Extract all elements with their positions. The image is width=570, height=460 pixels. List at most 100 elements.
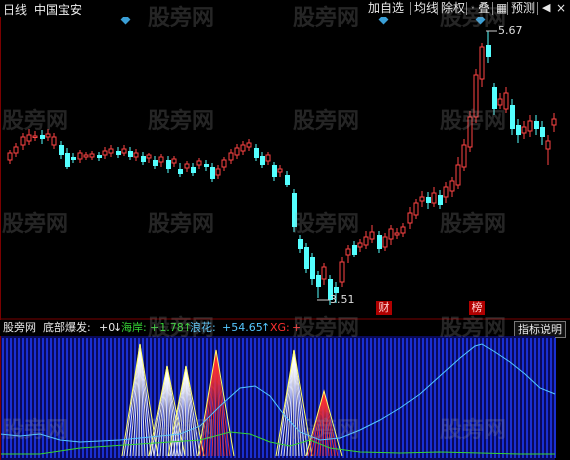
candlestick (77, 150, 83, 163)
price-chart[interactable] (0, 17, 570, 320)
candlestick (540, 121, 545, 145)
toolbar-divider (537, 2, 538, 15)
nav-arrow-left-icon[interactable]: ◀ (540, 0, 552, 16)
candlestick (400, 223, 406, 237)
indicator-bar (42, 338, 44, 458)
candlestick (65, 148, 70, 169)
indicator-bar (554, 338, 556, 458)
add-watchlist-button[interactable]: 加自选 (366, 0, 406, 16)
candlestick (254, 144, 259, 161)
indicator-bar (274, 338, 276, 458)
candlestick (551, 113, 557, 132)
candlestick (492, 83, 497, 115)
candlestick (133, 149, 139, 161)
langhua-label: 浪花: (190, 321, 216, 334)
indicator-bar (474, 338, 476, 458)
candlestick (83, 152, 89, 160)
indicator-bar (506, 338, 508, 458)
candlestick (345, 245, 351, 263)
indicator-bar (242, 338, 244, 458)
indicator-bar (354, 338, 356, 458)
indicator-bar (10, 338, 12, 458)
candlestick (59, 141, 64, 159)
indicator-bar (70, 338, 72, 458)
candlestick (438, 190, 443, 209)
candlestick (102, 147, 108, 159)
indicator-bar (546, 338, 548, 458)
candlestick (108, 145, 114, 157)
candlestick (7, 150, 13, 164)
candlestick (210, 163, 215, 182)
indicator-bar (362, 338, 364, 458)
indicator-bar (478, 338, 480, 458)
candlestick (240, 141, 246, 155)
candlestick (298, 235, 303, 253)
indicator-bar (234, 338, 236, 458)
indicator-name[interactable]: 底部爆发: (43, 320, 91, 336)
indicator-bar (254, 338, 256, 458)
candlestick (221, 157, 227, 171)
indicator-bar (502, 338, 504, 458)
candlestick (246, 139, 252, 151)
indicator-bar (6, 338, 8, 458)
candlestick (382, 233, 388, 251)
ex-rights-button[interactable]: 除权 (439, 0, 467, 16)
candlestick (473, 69, 479, 123)
indicator-bar (390, 338, 392, 458)
candlestick (479, 43, 485, 87)
candlestick (510, 99, 515, 135)
indicator-bar (250, 338, 252, 458)
candlestick (191, 163, 196, 176)
period-label[interactable]: 日线 (3, 1, 27, 18)
candlestick (413, 199, 419, 219)
event-markers (120, 17, 486, 25)
xg-value: + (292, 321, 302, 334)
forecast-button[interactable]: 预测 (509, 0, 537, 16)
haian-label: 海岸: (121, 321, 147, 334)
close-icon[interactable]: × (554, 0, 568, 16)
indicator-chart[interactable] (0, 336, 570, 460)
candlestick (20, 133, 26, 150)
indicator-bar (510, 338, 512, 458)
indicator-bar (374, 338, 376, 458)
indicator-bar (78, 338, 80, 458)
indicator-bar (438, 338, 440, 458)
candlestick (121, 145, 127, 156)
haian-value: +1.78 (150, 321, 184, 334)
indicator-bar (454, 338, 456, 458)
indicator-bar (522, 338, 524, 458)
indicator-bar (342, 338, 344, 458)
indicator-bar (514, 338, 516, 458)
indicator-bar (450, 338, 452, 458)
indicator-bar (486, 338, 488, 458)
indicator-bar (90, 338, 92, 458)
indicator-bar (422, 338, 424, 458)
indicator-bar (346, 338, 348, 458)
indicator-bar (442, 338, 444, 458)
candlestick-series (7, 31, 557, 305)
candlestick (461, 139, 467, 171)
ranking-tag[interactable]: 榜 (469, 301, 485, 315)
indicator-bar (30, 338, 32, 458)
chart-grid-icon[interactable]: ▦ (494, 0, 507, 16)
candlestick (51, 133, 57, 149)
moving-average-button[interactable]: 均线 (412, 0, 440, 16)
indicator-bar (542, 338, 544, 458)
finance-tag[interactable]: 财 (376, 301, 392, 315)
indicator-bar (358, 338, 360, 458)
candlestick (277, 165, 283, 177)
indicator-bar (458, 338, 460, 458)
indicator-bar (426, 338, 428, 458)
indicator-bar (66, 338, 68, 458)
indicator-bar (490, 338, 492, 458)
indicator-bar (18, 338, 20, 458)
candlestick (97, 152, 102, 161)
indicator-bar (394, 338, 396, 458)
toolbar-divider (507, 2, 508, 15)
toolbar-divider (410, 2, 411, 15)
indicator-bar (370, 338, 372, 458)
overlay-button[interactable]: 叠 (476, 0, 492, 16)
candlestick (363, 231, 369, 249)
candlestick (352, 241, 357, 257)
indicator-bar (482, 338, 484, 458)
